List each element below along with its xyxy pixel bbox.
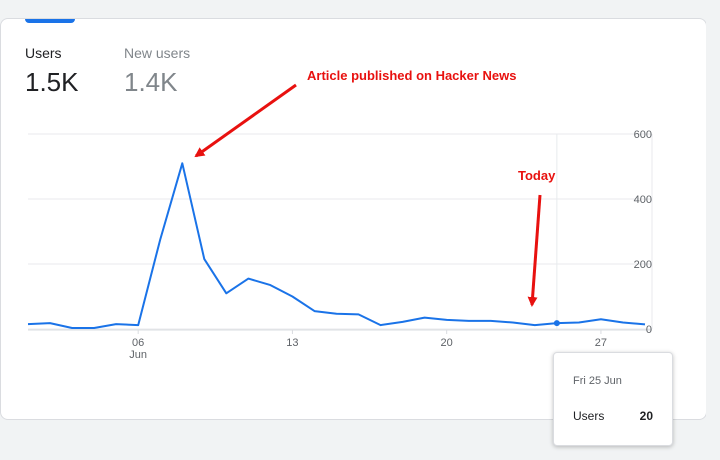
y-tick-label: 200 (634, 259, 652, 271)
hacker-news-annotation: Article published on Hacker News (307, 68, 517, 83)
x-tick-label: 13 (286, 337, 298, 349)
hacker-news-arrow (194, 83, 297, 158)
today-arrow (527, 194, 542, 307)
x-tick-sublabel: Jun (129, 349, 147, 361)
date-tooltip: Fri 25 Jun Users 20 (553, 352, 673, 446)
x-tick-label: 27 (595, 337, 607, 349)
tooltip-metric-label: Users (573, 409, 605, 423)
x-tick-label: 20 (441, 337, 453, 349)
x-tick-label: 06 (132, 337, 144, 349)
y-tick-label: 600 (634, 129, 652, 141)
y-tick-label: 400 (634, 194, 652, 206)
today-annotation: Today (518, 168, 556, 183)
tooltip-metric-value: 20 (639, 409, 653, 423)
y-tick-label: 0 (646, 324, 652, 336)
tooltip-date: Fri 25 Jun (573, 375, 622, 387)
users-series-line (27, 162, 646, 329)
highlighted-data-point (553, 320, 560, 327)
